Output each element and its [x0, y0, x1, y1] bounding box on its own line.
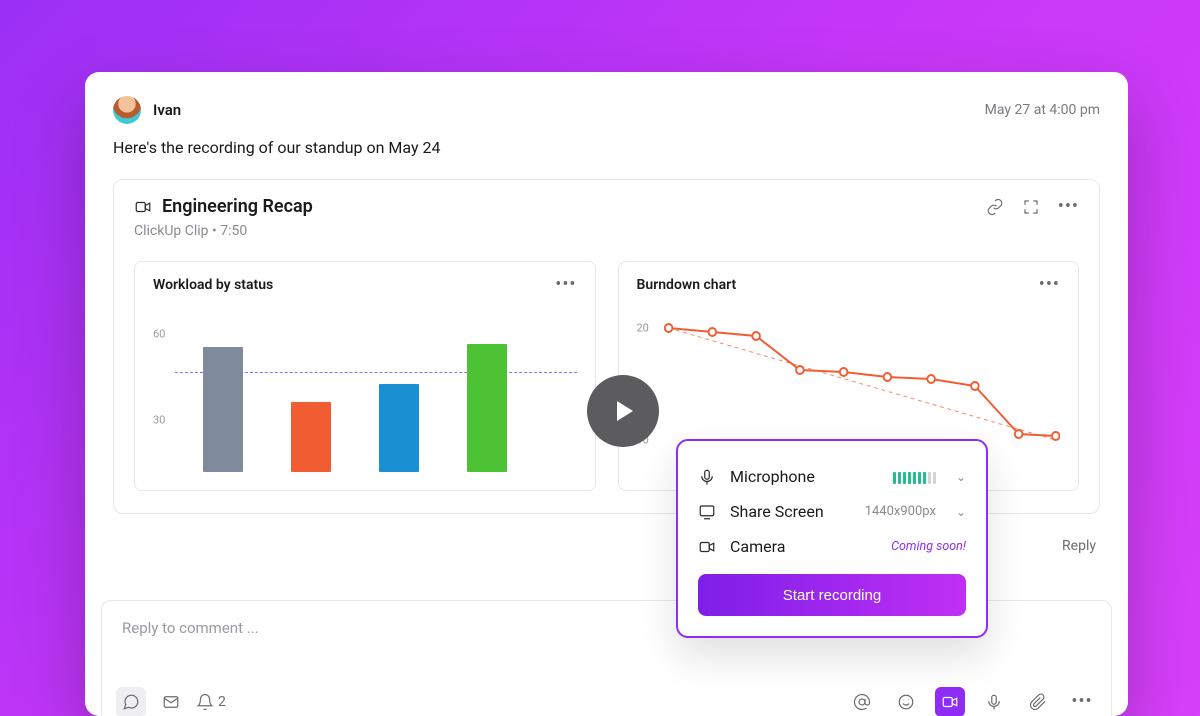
mic-icon [985, 693, 1003, 711]
reply-link[interactable]: Reply [1062, 538, 1096, 554]
camera-row: Camera Coming soon! [698, 529, 966, 564]
comment-mode-button[interactable] [116, 687, 146, 716]
bar [203, 347, 243, 472]
bar-area: 60 30 [153, 312, 577, 472]
emoji-icon [897, 693, 915, 711]
mention-button[interactable] [847, 687, 877, 716]
comment-body: Here's the recording of our standup on M… [113, 138, 1100, 157]
mic-level [893, 470, 936, 484]
bar [467, 344, 507, 472]
voice-button[interactable] [979, 687, 1009, 716]
y-axis-label: 60 [153, 328, 165, 341]
bar [379, 384, 419, 472]
more-icon[interactable]: ••• [555, 276, 576, 294]
camera-label: Camera [730, 537, 877, 556]
mic-label: Microphone [730, 467, 879, 486]
microphone-row[interactable]: Microphone ⌄ [698, 459, 966, 494]
play-button[interactable] [587, 375, 659, 447]
video-icon [698, 538, 716, 556]
screen-icon [698, 503, 716, 521]
composer-toolbar: 2 ••• [116, 687, 1097, 716]
author-name[interactable]: Ivan [153, 101, 181, 119]
record-clip-button[interactable] [935, 687, 965, 716]
comment-timestamp: May 27 at 4:00 pm [985, 102, 1100, 118]
screen-resolution: 1440x900px [865, 504, 936, 519]
chevron-down-icon[interactable]: ⌄ [956, 470, 966, 484]
record-popover: Microphone ⌄ Share Screen 1440x900px ⌄ C… [676, 439, 988, 638]
email-mode-button[interactable] [156, 687, 186, 716]
start-recording-button[interactable]: Start recording [698, 574, 966, 616]
mail-icon [162, 693, 180, 711]
chart-title: Burndown chart [637, 277, 737, 293]
more-icon[interactable]: ••• [1039, 276, 1060, 294]
screen-label: Share Screen [730, 502, 851, 521]
clip-header: Engineering Recap ••• [134, 196, 1079, 217]
y-axis-label: 30 [153, 414, 165, 427]
mention-icon [853, 693, 871, 711]
clip-actions: ••• [986, 198, 1079, 216]
chevron-down-icon[interactable]: ⌄ [956, 505, 966, 519]
link-icon[interactable] [986, 198, 1004, 216]
more-icon[interactable]: ••• [1058, 198, 1079, 216]
bell-icon [196, 693, 214, 711]
video-icon [134, 198, 152, 216]
y-axis-label: 20 [637, 322, 649, 335]
share-screen-row[interactable]: Share Screen 1440x900px ⌄ [698, 494, 966, 529]
emoji-button[interactable] [891, 687, 921, 716]
chat-icon [122, 693, 140, 711]
video-icon [941, 693, 959, 711]
paperclip-icon [1029, 693, 1047, 711]
mic-icon [698, 468, 716, 486]
coming-soon-label: Coming soon! [891, 539, 966, 554]
notif-count: 2 [218, 694, 226, 710]
app-window: Ivan May 27 at 4:00 pm Here's the record… [85, 72, 1128, 716]
bar [291, 402, 331, 472]
avatar[interactable] [113, 96, 141, 124]
notification-count[interactable]: 2 [196, 693, 226, 711]
more-icon: ••• [1071, 693, 1092, 711]
comment-header: Ivan May 27 at 4:00 pm [113, 96, 1100, 124]
attach-button[interactable] [1023, 687, 1053, 716]
clip-title[interactable]: Engineering Recap [162, 196, 313, 217]
clip-duration: 7:50 [220, 223, 247, 239]
play-icon [617, 401, 633, 421]
more-button[interactable]: ••• [1067, 687, 1097, 716]
clip-source: ClickUp Clip [134, 223, 209, 239]
workload-chart: Workload by status ••• 60 30 [134, 261, 596, 491]
clip-meta: ClickUp Clip • 7:50 [134, 223, 1079, 239]
expand-icon[interactable] [1022, 198, 1040, 216]
chart-title: Workload by status [153, 277, 273, 293]
bars [203, 312, 567, 472]
